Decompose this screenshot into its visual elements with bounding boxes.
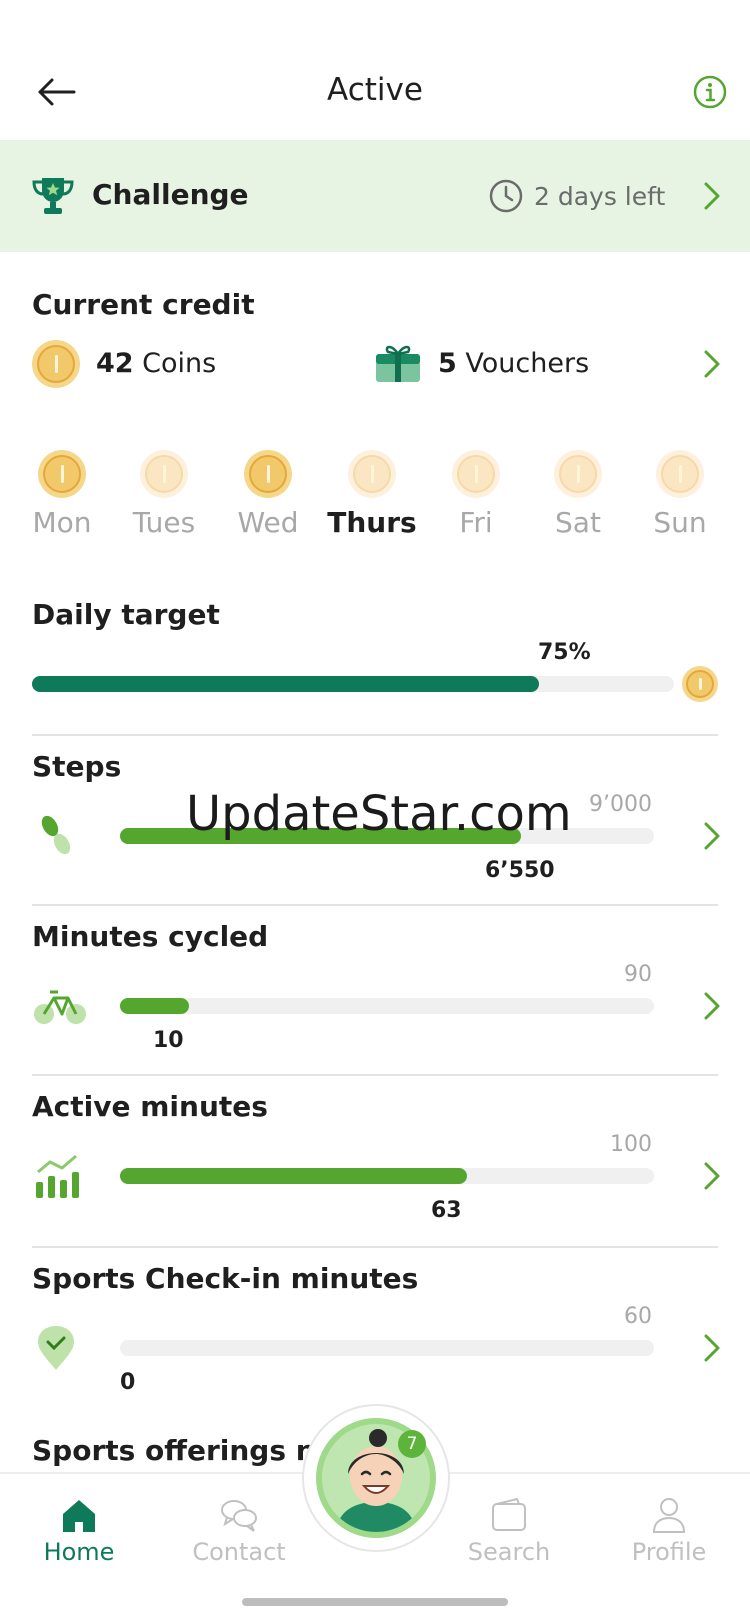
challenge-banner[interactable]: Challenge 2 days left bbox=[0, 140, 750, 252]
chevron-right-icon[interactable] bbox=[702, 348, 722, 380]
day-label: Mon bbox=[32, 506, 92, 539]
metric-progress-fill bbox=[120, 998, 189, 1014]
info-icon[interactable] bbox=[692, 74, 728, 110]
metric-title: Steps bbox=[32, 750, 122, 783]
metric-target: 9’000 bbox=[589, 792, 652, 817]
nav-search[interactable]: Search bbox=[434, 1496, 584, 1566]
day-3: Thurs bbox=[322, 450, 422, 539]
metric-progress-fill bbox=[120, 1168, 467, 1184]
metric-current-value: 0 bbox=[120, 1370, 136, 1395]
day-6: Sun bbox=[630, 450, 730, 539]
trophy-icon bbox=[32, 178, 74, 214]
day-4: Fri bbox=[426, 450, 526, 539]
nav-label: Home bbox=[43, 1538, 115, 1566]
coin-icon bbox=[656, 450, 704, 498]
coins-count: 42 bbox=[96, 348, 134, 379]
chevron-right-icon[interactable] bbox=[702, 990, 722, 1022]
coach-avatar-button[interactable] bbox=[304, 1406, 448, 1550]
activity-chart-icon bbox=[32, 1152, 88, 1200]
coin-icon bbox=[348, 450, 396, 498]
daily-target-percent: 75% bbox=[538, 640, 591, 665]
home-indicator bbox=[242, 1598, 508, 1606]
coin-icon bbox=[452, 450, 500, 498]
challenge-time-left: 2 days left bbox=[534, 182, 666, 211]
weekly-coin-tracker: Mon Tues Wed Thurs Fri Sat Sun bbox=[0, 450, 750, 550]
person-icon bbox=[652, 1498, 686, 1533]
metric-current-value: 10 bbox=[153, 1028, 184, 1053]
metric-target: 60 bbox=[624, 1304, 652, 1329]
metric-progress-bar bbox=[120, 998, 654, 1014]
nav-label: Search bbox=[467, 1538, 551, 1566]
nav-contact[interactable]: Contact bbox=[164, 1496, 314, 1566]
metric-row[interactable]: Minutes cycled 90 10 bbox=[0, 904, 750, 1074]
home-icon bbox=[63, 1500, 95, 1532]
chevron-right-icon[interactable] bbox=[702, 180, 722, 212]
daily-target-progress-fill bbox=[32, 676, 539, 692]
vouchers-balance[interactable]: 5 Vouchers bbox=[438, 348, 589, 379]
day-2: Wed bbox=[218, 450, 318, 539]
day-label: Thurs bbox=[327, 506, 417, 539]
coins-label: Coins bbox=[142, 348, 217, 379]
day-label: Tues bbox=[132, 506, 196, 539]
clock-icon bbox=[489, 179, 523, 213]
nav-label: Profile bbox=[631, 1538, 707, 1566]
watermark: UpdateStar.com bbox=[186, 786, 572, 842]
gift-icon bbox=[376, 345, 420, 382]
coins-balance[interactable]: 42 Coins bbox=[96, 348, 216, 379]
notification-badge: 7 bbox=[398, 1430, 426, 1458]
page-title: Active bbox=[327, 72, 423, 108]
vouchers-label: Vouchers bbox=[465, 348, 590, 379]
current-credit-title: Current credit bbox=[32, 288, 255, 321]
location-check-icon bbox=[32, 1324, 88, 1372]
day-label: Wed bbox=[237, 506, 299, 539]
coin-icon bbox=[38, 450, 86, 498]
day-label: Fri bbox=[459, 506, 493, 539]
chevron-right-icon[interactable] bbox=[702, 1332, 722, 1364]
metric-current-value: 63 bbox=[431, 1198, 462, 1223]
day-0: Mon bbox=[12, 450, 112, 539]
metric-row[interactable]: Sports Check-in minutes 60 0 bbox=[0, 1246, 750, 1416]
coin-icon bbox=[244, 450, 292, 498]
chevron-right-icon[interactable] bbox=[702, 1160, 722, 1192]
metric-row[interactable]: Active minutes 100 63 bbox=[0, 1074, 750, 1244]
metric-title: Sports Check-in minutes bbox=[32, 1262, 419, 1295]
chat-icon bbox=[221, 1500, 257, 1532]
daily-target-progress-bar bbox=[32, 676, 674, 692]
day-label: Sun bbox=[653, 506, 707, 539]
nav-label: Contact bbox=[192, 1538, 286, 1566]
bicycle-icon bbox=[32, 982, 88, 1030]
metric-target: 100 bbox=[610, 1132, 652, 1157]
coin-icon bbox=[554, 450, 602, 498]
day-5: Sat bbox=[528, 450, 628, 539]
metric-current-value: 6’550 bbox=[485, 858, 555, 883]
coin-icon bbox=[32, 340, 80, 388]
challenge-label: Challenge bbox=[92, 178, 249, 211]
coin-icon bbox=[682, 666, 718, 702]
footsteps-icon bbox=[32, 812, 88, 860]
vouchers-count: 5 bbox=[438, 348, 457, 379]
metric-target: 90 bbox=[624, 962, 652, 987]
day-1: Tues bbox=[114, 450, 214, 539]
nav-profile[interactable]: Profile bbox=[594, 1496, 744, 1566]
daily-target-title: Daily target bbox=[32, 598, 220, 631]
nav-home[interactable]: Home bbox=[4, 1496, 154, 1566]
wallet-icon bbox=[492, 1497, 526, 1531]
day-label: Sat bbox=[555, 506, 601, 539]
metric-progress-bar bbox=[120, 1340, 654, 1356]
metric-progress-bar bbox=[120, 1168, 654, 1184]
top-bar: Active bbox=[0, 0, 750, 140]
chevron-right-icon[interactable] bbox=[702, 820, 722, 852]
coin-icon bbox=[140, 450, 188, 498]
metric-title: Active minutes bbox=[32, 1090, 268, 1123]
metric-title: Minutes cycled bbox=[32, 920, 269, 953]
